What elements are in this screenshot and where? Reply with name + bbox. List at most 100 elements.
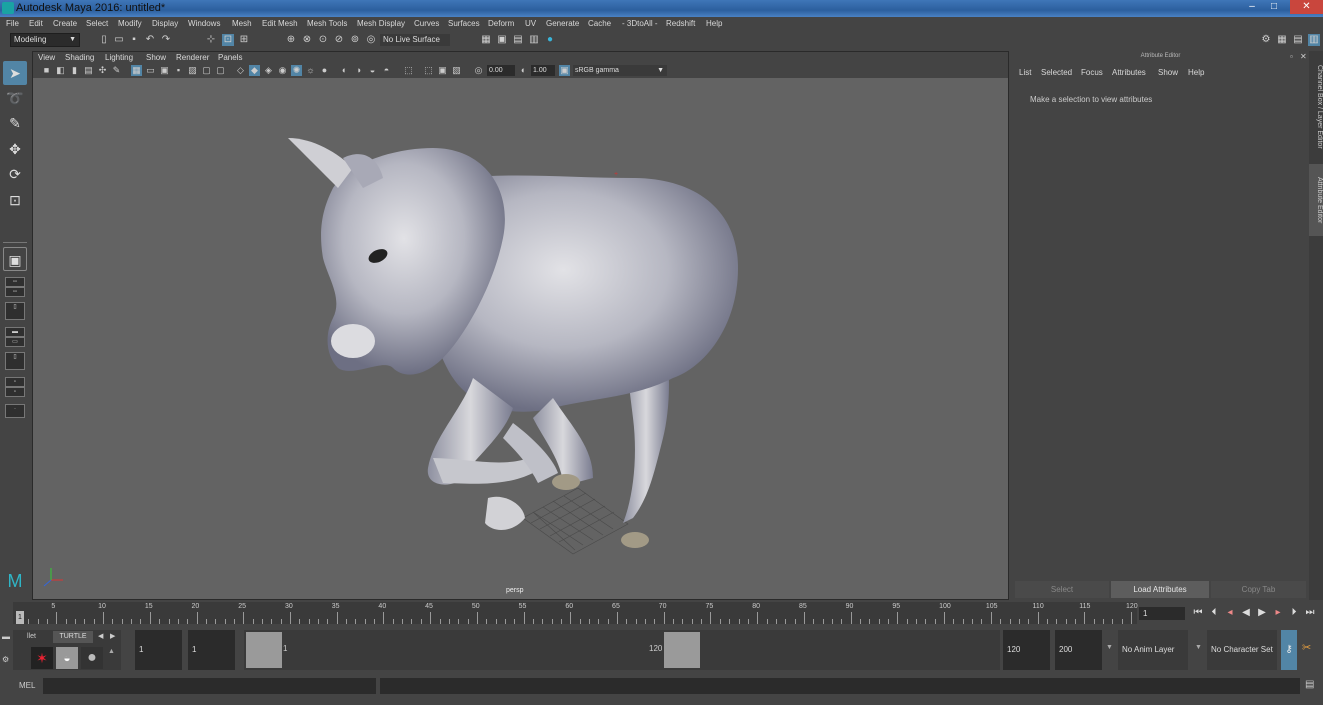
isolate-select-icon[interactable]: ◓ [381, 65, 392, 76]
step-forward-key-icon[interactable]: ⏵ [1288, 607, 1300, 619]
field-chart-icon[interactable]: ▨ [187, 65, 198, 76]
menu-cache[interactable]: Cache [588, 19, 611, 28]
attribute-editor-icon[interactable]: ▥ [1308, 34, 1320, 46]
menu-mesh-display[interactable]: Mesh Display [357, 19, 405, 28]
resolution-gate-icon[interactable]: ▣ [159, 65, 170, 76]
auto-key-icon[interactable]: ⚷ [1281, 630, 1297, 670]
undo-icon[interactable]: ↶ [144, 34, 156, 46]
wireframe-icon[interactable]: ◇ [235, 65, 246, 76]
turtle-sphere-icon[interactable]: ● [81, 647, 103, 669]
menu-mesh[interactable]: Mesh [232, 19, 252, 28]
safe-action-icon[interactable]: ▢ [201, 65, 212, 76]
animation-end-field[interactable]: 200 [1055, 630, 1102, 670]
menuset-dropdown[interactable]: Modeling ▼ [10, 33, 80, 47]
menu-help[interactable]: Help [706, 19, 722, 28]
lasso-tool-icon[interactable]: ➰ [3, 86, 27, 110]
step-back-frame-icon[interactable]: ◂ [1224, 607, 1236, 619]
close-panel-icon[interactable]: ✕ [1300, 52, 1307, 61]
grid-toggle-icon[interactable]: ▦ [131, 65, 142, 76]
float-panel-icon[interactable]: ▫ [1290, 52, 1293, 61]
menu-uv[interactable]: UV [525, 19, 536, 28]
render-frame-icon[interactable]: ▣ [496, 34, 508, 46]
chevron-down-icon[interactable]: ▼ [1195, 644, 1202, 651]
viewport-panel[interactable]: View Shading Lighting Show Renderer Pane… [32, 51, 1009, 600]
backface-icon[interactable]: ▧ [451, 65, 462, 76]
viewport-menu-renderer[interactable]: Renderer [176, 53, 209, 62]
menu-redshift[interactable]: Redshift [666, 19, 695, 28]
move-tool-icon[interactable]: ✥ [3, 137, 27, 161]
xray-active-icon[interactable]: ▣ [437, 65, 448, 76]
gamma-field[interactable]: 1.00 [531, 65, 555, 76]
menu-display[interactable]: Display [152, 19, 178, 28]
single-view-icon[interactable]: ▣ [3, 247, 27, 271]
xray-joints-icon[interactable]: ⬚ [423, 65, 434, 76]
film-gate-icon[interactable]: ▭ [145, 65, 156, 76]
menu-windows[interactable]: Windows [188, 19, 220, 28]
layout-custom-icon[interactable]: · [5, 404, 25, 418]
2d-pan-icon[interactable]: ✣ [97, 65, 108, 76]
time-slider[interactable]: 5 10 15 20 25 30 35 40 45 50 55 60 65 70 75 80 85 90 95 100… [0, 602, 1323, 626]
bookmark-icon[interactable]: ▮ [69, 65, 80, 76]
camera-attributes-icon[interactable]: ◧ [55, 65, 66, 76]
play-forwards-icon[interactable]: ▶ [1256, 607, 1268, 619]
wireframe-on-shaded-icon[interactable]: ◈ [263, 65, 274, 76]
viewport-menu-shading[interactable]: Shading [65, 53, 94, 62]
turtle-render-icon[interactable]: ✶ [31, 647, 53, 669]
shelf-menu-icon[interactable]: ▬ [2, 632, 10, 641]
render-settings-icon[interactable]: ▦ [480, 34, 492, 46]
layout-persp-graph-icon[interactable]: ▭ [5, 337, 25, 347]
menu-edit[interactable]: Edit [29, 19, 43, 28]
shelf-scroll-icon[interactable]: ▲ [108, 648, 115, 655]
viewport-menu-view[interactable]: View [38, 53, 55, 62]
menu-generate[interactable]: Generate [546, 19, 579, 28]
menu-edit-mesh[interactable]: Edit Mesh [262, 19, 298, 28]
select-component-icon[interactable]: ⊞ [238, 34, 250, 46]
layout-two-icon[interactable]: ▫▫ [5, 277, 25, 287]
make-live-icon[interactable]: ◎ [365, 34, 377, 46]
playback-start-field[interactable]: 1 [188, 630, 235, 670]
snap-surface-icon[interactable]: ⊚ [349, 34, 361, 46]
select-button[interactable]: Select [1015, 581, 1109, 598]
character-set-dropdown[interactable]: No Character Set [1207, 630, 1277, 670]
ae-menu-help[interactable]: Help [1188, 68, 1204, 77]
current-frame-field[interactable]: 1 [1139, 607, 1185, 620]
tab-channel-box[interactable]: Channel Box / Layer Editor [1309, 59, 1323, 155]
gamma-icon[interactable]: ◐ [518, 65, 529, 76]
image-plane-icon[interactable]: ▤ [83, 65, 94, 76]
maximize-button[interactable]: □ [1262, 0, 1286, 14]
xray-icon[interactable]: ⬚ [403, 65, 414, 76]
ambient-occlusion-icon[interactable]: ● [319, 65, 330, 76]
render-view-icon[interactable]: ▥ [528, 34, 540, 46]
step-forward-frame-icon[interactable]: ▸ [1272, 607, 1284, 619]
menu-mesh-tools[interactable]: Mesh Tools [307, 19, 347, 28]
shelf-settings-icon[interactable]: ⚙ [2, 655, 9, 664]
go-to-end-icon[interactable]: ⏭ [1304, 607, 1316, 619]
viewport-menu-panels[interactable]: Panels [218, 53, 242, 62]
live-surface-field[interactable]: No Live Surface [380, 34, 450, 46]
scene-render[interactable]: + [33, 78, 1008, 599]
color-space-dropdown[interactable]: sRGB gamma ▼ [573, 65, 667, 76]
shelf-tab-partial[interactable]: llet [27, 633, 36, 640]
ae-menu-list[interactable]: List [1019, 68, 1031, 77]
anim-layer-dropdown[interactable]: No Anim Layer [1118, 630, 1188, 670]
camera-select-icon[interactable]: ■ [41, 65, 52, 76]
save-scene-icon[interactable]: ▪ [128, 34, 140, 46]
script-editor-icon[interactable]: ▤ [1305, 679, 1314, 690]
color-management-icon[interactable]: ▣ [559, 65, 570, 76]
play-backwards-icon[interactable]: ◀ [1240, 607, 1252, 619]
animation-start-field[interactable]: 1 [135, 630, 182, 670]
ae-menu-show[interactable]: Show [1158, 68, 1178, 77]
chevron-down-icon[interactable]: ▼ [1106, 644, 1113, 651]
exposure-field[interactable]: 0.00 [487, 65, 515, 76]
step-back-key-icon[interactable]: ⏴ [1208, 607, 1220, 619]
copy-tab-button[interactable]: Copy Tab [1211, 581, 1306, 598]
layout-node-icon[interactable]: ▫ [5, 387, 25, 397]
shelf-next-icon[interactable]: ▶ [110, 632, 115, 640]
command-language-toggle[interactable]: MEL [19, 681, 35, 690]
ae-menu-selected[interactable]: Selected [1041, 68, 1072, 77]
modeling-toolkit-icon[interactable]: ▦ [1276, 34, 1288, 46]
range-start-handle[interactable] [246, 632, 282, 668]
textured-icon[interactable]: ◉ [277, 65, 288, 76]
shelf-tab-turtle[interactable]: TURTLE [53, 631, 93, 643]
playback-end-field[interactable]: 120 [1003, 630, 1050, 670]
